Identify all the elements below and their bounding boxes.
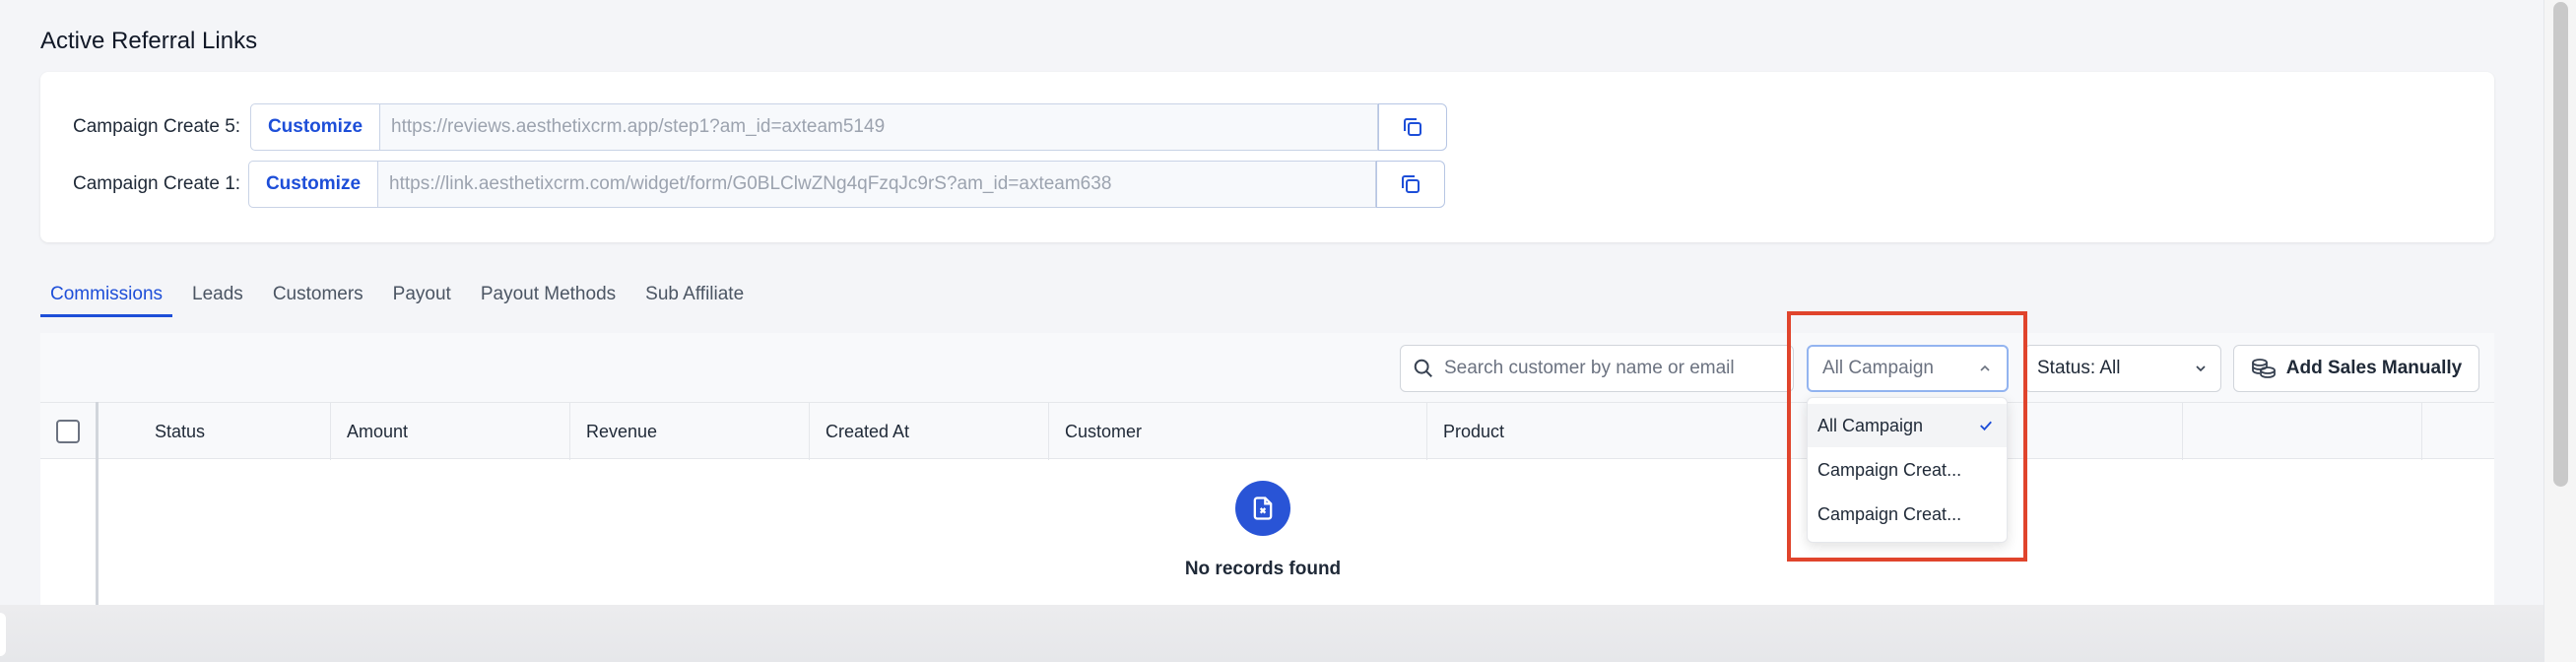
customize-button[interactable]: Customize: [248, 161, 378, 208]
column-header-product[interactable]: Product: [1426, 403, 1805, 460]
page-title: Active Referral Links: [40, 28, 258, 54]
tab-sub-affiliate[interactable]: Sub Affiliate: [635, 274, 754, 317]
customize-button[interactable]: Customize: [250, 103, 380, 151]
bottom-bar: [0, 605, 2543, 662]
search-placeholder: Search customer by name or email: [1444, 358, 1735, 378]
column-header-amount[interactable]: Amount: [330, 403, 569, 460]
table-header: Status Amount Revenue Created At Custome…: [40, 402, 2494, 460]
referral-links-card: Campaign Create 5: Customize https://rev…: [40, 72, 2494, 242]
referral-url-field[interactable]: https://reviews.aesthetixcrm.app/step1?a…: [380, 103, 1378, 151]
coins-icon: [2251, 359, 2276, 378]
table-toolbar: Search customer by name or email All Cam…: [40, 333, 2494, 402]
status-select[interactable]: Status: All: [2024, 345, 2221, 392]
column-header-created-at[interactable]: Created At: [809, 403, 1048, 460]
select-all-checkbox[interactable]: [56, 420, 80, 443]
column-header-blank: [2182, 403, 2421, 460]
status-select-value: Status: All: [2037, 358, 2121, 378]
no-records-text: No records found: [1184, 559, 1342, 579]
referral-link-row: Campaign Create 5: Customize https://rev…: [40, 103, 1449, 151]
tab-bar: Commissions Leads Customers Payout Payou…: [40, 274, 763, 317]
vertical-scrollbar[interactable]: [2543, 0, 2576, 662]
add-sales-label: Add Sales Manually: [2285, 358, 2463, 378]
column-header-customer[interactable]: Customer: [1048, 403, 1426, 460]
highlight-annotation: [1787, 311, 2027, 562]
tab-payout-methods[interactable]: Payout Methods: [471, 274, 626, 317]
copy-icon: [1404, 118, 1421, 136]
add-sales-manually-button[interactable]: Add Sales Manually: [2233, 345, 2479, 392]
search-icon: [1414, 359, 1432, 377]
column-header-blank: [2421, 403, 2494, 460]
tab-customers[interactable]: Customers: [263, 274, 373, 317]
tab-leads[interactable]: Leads: [182, 274, 253, 317]
search-input[interactable]: Search customer by name or email: [1400, 345, 1794, 392]
no-records-icon: [1235, 481, 1290, 536]
side-handle[interactable]: [0, 613, 6, 656]
referral-link-row: Campaign Create 1: Customize https://lin…: [40, 161, 1449, 208]
referral-link-label: Campaign Create 1:: [73, 173, 241, 194]
copy-link-button[interactable]: [1378, 103, 1447, 151]
column-header-revenue[interactable]: Revenue: [569, 403, 809, 460]
copy-icon: [1402, 175, 1420, 193]
referral-link-label: Campaign Create 5:: [73, 116, 241, 137]
referral-url-field[interactable]: https://link.aesthetixcrm.com/widget/for…: [378, 161, 1376, 208]
tab-payout[interactable]: Payout: [383, 274, 461, 317]
tab-commissions[interactable]: Commissions: [40, 274, 173, 317]
copy-link-button[interactable]: [1376, 161, 1445, 208]
chevron-down-icon: [2196, 365, 2206, 372]
scrollbar-thumb[interactable]: [2553, 2, 2568, 487]
